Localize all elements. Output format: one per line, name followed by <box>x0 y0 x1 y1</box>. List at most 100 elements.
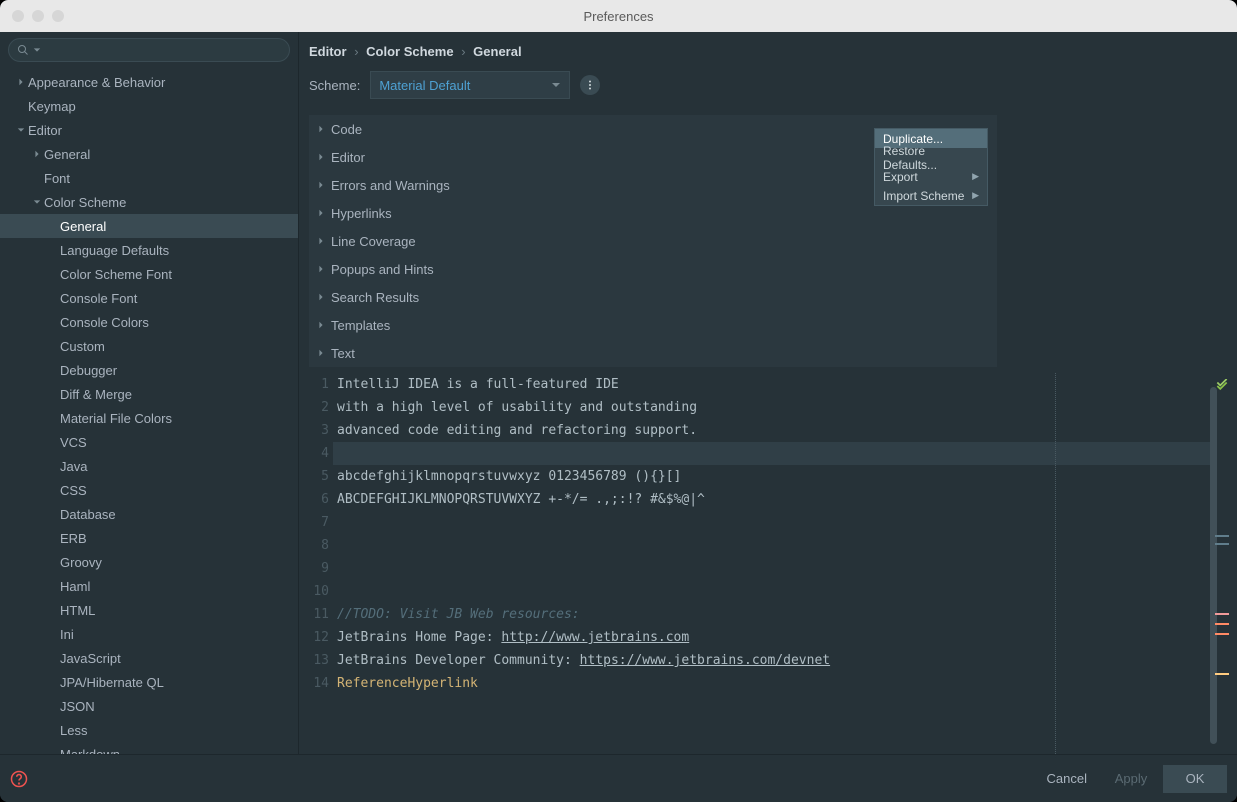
sidebar-item-label: General <box>60 219 106 234</box>
code-token: IntelliJ IDEA is a full-featured IDE <box>337 377 619 392</box>
code-line[interactable]: //TODO: Visit JB Web resources: <box>337 603 830 626</box>
sidebar-item[interactable]: HTML <box>0 598 298 622</box>
sidebar-item[interactable]: Color Scheme Font <box>0 262 298 286</box>
sidebar-item[interactable]: Java <box>0 454 298 478</box>
ok-button[interactable]: OK <box>1163 765 1227 793</box>
sidebar-item[interactable]: JPA/Hibernate QL <box>0 670 298 694</box>
scheme-actions-popup[interactable]: Duplicate...Restore Defaults...Export▶Im… <box>874 128 988 206</box>
breadcrumb-segment[interactable]: Color Scheme <box>366 44 453 59</box>
code-line[interactable] <box>337 580 830 603</box>
category-label: Search Results <box>331 290 419 305</box>
search-input[interactable] <box>8 38 290 62</box>
marker[interactable] <box>1215 633 1229 635</box>
chevron-icon <box>46 291 60 305</box>
marker[interactable] <box>1215 535 1229 537</box>
sidebar-item[interactable]: Editor <box>0 118 298 142</box>
sidebar-item[interactable]: CSS <box>0 478 298 502</box>
category-item[interactable]: Line Coverage <box>309 227 997 255</box>
code-line[interactable]: abcdefghijklmnopqrstuvwxyz 0123456789 ()… <box>337 465 830 488</box>
window-close-button[interactable] <box>12 10 24 22</box>
window-title: Preferences <box>583 9 653 24</box>
marker[interactable] <box>1215 543 1229 545</box>
code-token: with a high level of usability and outst… <box>337 400 697 415</box>
popup-menu-item[interactable]: Restore Defaults... <box>875 148 987 167</box>
sidebar-item[interactable]: General <box>0 142 298 166</box>
scheme-select[interactable]: Material Default <box>370 71 570 99</box>
code-line[interactable] <box>337 557 830 580</box>
code-content[interactable]: IntelliJ IDEA is a full-featured IDE with… <box>333 373 830 754</box>
sidebar-item[interactable]: Console Font <box>0 286 298 310</box>
marker[interactable] <box>1215 673 1229 675</box>
chevron-right-icon <box>317 349 325 357</box>
breadcrumb-segment[interactable]: General <box>473 44 521 59</box>
sidebar-item[interactable]: JavaScript <box>0 646 298 670</box>
sidebar-item[interactable]: Keymap <box>0 94 298 118</box>
line-number: 13 <box>299 649 329 672</box>
sidebar-item[interactable]: Console Colors <box>0 310 298 334</box>
sidebar-item[interactable]: Appearance & Behavior <box>0 70 298 94</box>
category-item[interactable]: Templates <box>309 311 997 339</box>
code-line[interactable]: IntelliJ IDEA is a full-featured IDE <box>337 373 830 396</box>
sidebar-item[interactable]: Diff & Merge <box>0 382 298 406</box>
sidebar-item-label: Material File Colors <box>60 411 172 426</box>
category-item[interactable]: Search Results <box>309 283 997 311</box>
chevron-icon <box>46 267 60 281</box>
code-line[interactable]: JetBrains Developer Community: https://w… <box>337 649 830 672</box>
category-label: Text <box>331 346 355 361</box>
chevron-right-icon <box>317 209 325 217</box>
sidebar-item[interactable]: Less <box>0 718 298 742</box>
error-stripe[interactable] <box>1213 373 1231 754</box>
code-line[interactable] <box>337 442 830 465</box>
code-line[interactable]: ReferenceHyperlink <box>337 672 830 695</box>
sidebar-item[interactable]: Custom <box>0 334 298 358</box>
gutter: 1234567891011121314 <box>299 373 333 754</box>
code-line[interactable]: advanced code editing and refactoring su… <box>337 419 830 442</box>
sidebar-item-label: Diff & Merge <box>60 387 132 402</box>
marker[interactable] <box>1215 613 1229 615</box>
chevron-icon <box>46 747 60 754</box>
apply-button[interactable]: Apply <box>1099 765 1163 793</box>
sidebar-item[interactable]: Haml <box>0 574 298 598</box>
window-zoom-button[interactable] <box>52 10 64 22</box>
sidebar-item-label: JPA/Hibernate QL <box>60 675 164 690</box>
sidebar-item[interactable]: ERB <box>0 526 298 550</box>
help-button[interactable] <box>10 770 28 788</box>
window-minimize-button[interactable] <box>32 10 44 22</box>
preferences-tree[interactable]: Appearance & BehaviorKeymapEditorGeneral… <box>0 68 298 754</box>
code-token: JetBrains Developer Community: <box>337 653 580 668</box>
marker[interactable] <box>1215 623 1229 625</box>
popup-menu-item[interactable]: Import Scheme▶ <box>875 186 987 205</box>
category-item[interactable]: Popups and Hints <box>309 255 997 283</box>
code-token: https://www.jetbrains.com/devnet <box>580 653 830 668</box>
main-panel: Editor › Color Scheme › General Scheme: … <box>299 32 1237 754</box>
editor-preview[interactable]: 1234567891011121314 IntelliJ IDEA is a f… <box>299 373 1237 754</box>
sidebar-item[interactable]: Database <box>0 502 298 526</box>
sidebar-item[interactable]: JSON <box>0 694 298 718</box>
breadcrumb-segment[interactable]: Editor <box>309 44 347 59</box>
sidebar-item[interactable]: Ini <box>0 622 298 646</box>
cancel-button[interactable]: Cancel <box>1035 765 1099 793</box>
code-line[interactable] <box>337 511 830 534</box>
code-line[interactable]: JetBrains Home Page: http://www.jetbrain… <box>337 626 830 649</box>
sidebar-item[interactable]: VCS <box>0 430 298 454</box>
inspections-widget-icon[interactable] <box>1215 379 1229 393</box>
chevron-right-icon <box>317 293 325 301</box>
scheme-actions-button[interactable] <box>580 75 600 95</box>
popup-item-label: Restore Defaults... <box>883 144 979 172</box>
category-item[interactable]: Text <box>309 339 997 367</box>
sidebar-item-label: Appearance & Behavior <box>28 75 165 90</box>
code-line[interactable] <box>337 534 830 557</box>
sidebar-item-label: Database <box>60 507 116 522</box>
chevron-icon <box>14 75 28 89</box>
code-line[interactable]: ABCDEFGHIJKLMNOPQRSTUVWXYZ +-*/= .,;:!? … <box>337 488 830 511</box>
sidebar-item[interactable]: Color Scheme <box>0 190 298 214</box>
sidebar-item[interactable]: Groovy <box>0 550 298 574</box>
sidebar-item[interactable]: Material File Colors <box>0 406 298 430</box>
sidebar-item[interactable]: Language Defaults <box>0 238 298 262</box>
sidebar-item[interactable]: Debugger <box>0 358 298 382</box>
sidebar-item[interactable]: Font <box>0 166 298 190</box>
code-line[interactable]: with a high level of usability and outst… <box>337 396 830 419</box>
sidebar-item[interactable]: General <box>0 214 298 238</box>
sidebar-item[interactable]: Markdown <box>0 742 298 754</box>
category-label: Line Coverage <box>331 234 416 249</box>
